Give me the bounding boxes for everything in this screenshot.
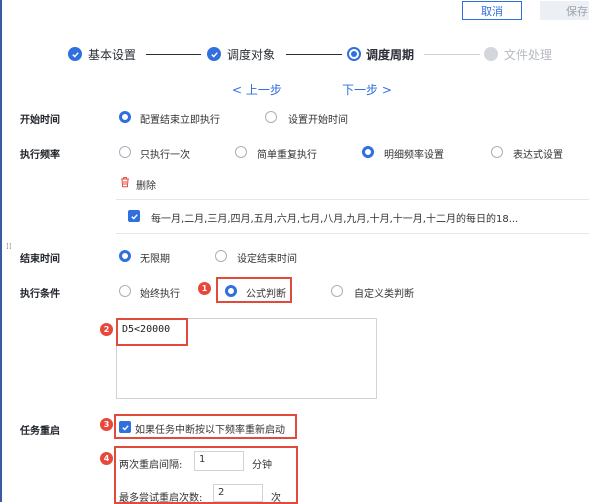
custom-class-label: 自定义类判断 bbox=[354, 289, 414, 300]
annotation-badge-1: 1 bbox=[198, 282, 211, 295]
start-time-label: 开始时间 bbox=[20, 115, 60, 126]
step-connector bbox=[286, 54, 342, 55]
step-label-target[interactable]: 调度对象 bbox=[227, 46, 275, 63]
radio-detailed-frequency[interactable] bbox=[362, 146, 374, 158]
radio-custom-class[interactable] bbox=[331, 285, 343, 297]
save-button[interactable]: 保存 bbox=[540, 1, 589, 20]
annotation-badge-2: 2 bbox=[100, 323, 113, 336]
restart-interval-unit: 分钟 bbox=[252, 460, 272, 471]
delete-link[interactable]: 删除 bbox=[136, 177, 156, 192]
frequency-rule-checkbox[interactable] bbox=[128, 210, 140, 222]
cancel-button[interactable]: 取消 bbox=[462, 1, 522, 20]
radio-once[interactable] bbox=[119, 146, 131, 158]
step-pending-icon bbox=[484, 47, 498, 61]
step-connector bbox=[424, 54, 480, 55]
restart-checkbox[interactable] bbox=[119, 421, 131, 433]
step-label-basic[interactable]: 基本设置 bbox=[88, 46, 136, 63]
next-step-link[interactable]: 下一步 > bbox=[342, 81, 392, 98]
formula-label: 公式判断 bbox=[246, 289, 286, 300]
radio-start-immediately[interactable] bbox=[119, 111, 131, 123]
no-end-label: 无限期 bbox=[140, 254, 170, 265]
step-done-check-icon bbox=[68, 47, 82, 61]
radio-simple-repeat[interactable] bbox=[235, 146, 247, 158]
trash-icon[interactable] bbox=[119, 176, 131, 188]
radio-expression[interactable] bbox=[491, 146, 503, 158]
start-immediately-label: 配置结束立即执行 bbox=[140, 115, 220, 126]
radio-set-end-time[interactable] bbox=[215, 250, 227, 262]
step-label-file[interactable]: 文件处理 bbox=[504, 46, 552, 63]
expression-label: 表达式设置 bbox=[513, 150, 563, 161]
formula-value: D5<20000 bbox=[122, 324, 171, 335]
radio-set-start-time[interactable] bbox=[265, 111, 277, 123]
annotation-badge-4: 4 bbox=[100, 452, 113, 465]
left-edge-bar bbox=[0, 0, 2, 502]
step-done-check-icon bbox=[207, 47, 221, 61]
restart-label: 任务重启 bbox=[20, 426, 60, 437]
prev-step-link[interactable]: < 上一步 bbox=[232, 81, 282, 98]
step-label-period[interactable]: 调度周期 bbox=[366, 46, 414, 63]
radio-formula[interactable] bbox=[225, 285, 237, 297]
radio-always[interactable] bbox=[119, 285, 131, 297]
simple-repeat-label: 简单重复执行 bbox=[257, 150, 317, 161]
step-connector bbox=[146, 54, 201, 55]
once-label: 只执行一次 bbox=[140, 150, 190, 161]
drag-handle-icon[interactable]: ⁞⁞ bbox=[6, 243, 12, 252]
frequency-rule-text: 每一月,二月,三月,四月,五月,六月,七月,八月,九月,十月,十一月,十二月的每… bbox=[151, 214, 519, 225]
restart-interval-input[interactable]: 1 bbox=[194, 451, 244, 471]
end-time-label: 结束时间 bbox=[20, 254, 60, 265]
frequency-label: 执行频率 bbox=[20, 150, 60, 161]
max-restart-input[interactable]: 2 bbox=[213, 484, 263, 502]
set-start-time-label: 设置开始时间 bbox=[288, 115, 348, 126]
condition-label: 执行条件 bbox=[20, 289, 60, 300]
step-current-icon bbox=[347, 47, 361, 61]
restart-interval-label: 两次重启间隔: bbox=[119, 460, 183, 471]
radio-no-end[interactable] bbox=[119, 250, 131, 262]
annotation-badge-3: 3 bbox=[100, 418, 113, 431]
always-label: 始终执行 bbox=[140, 289, 180, 300]
detailed-frequency-label: 明细频率设置 bbox=[384, 150, 444, 161]
restart-checkbox-label: 如果任务中断按以下频率重新启动 bbox=[135, 425, 285, 436]
set-end-time-label: 设定结束时间 bbox=[237, 254, 297, 265]
